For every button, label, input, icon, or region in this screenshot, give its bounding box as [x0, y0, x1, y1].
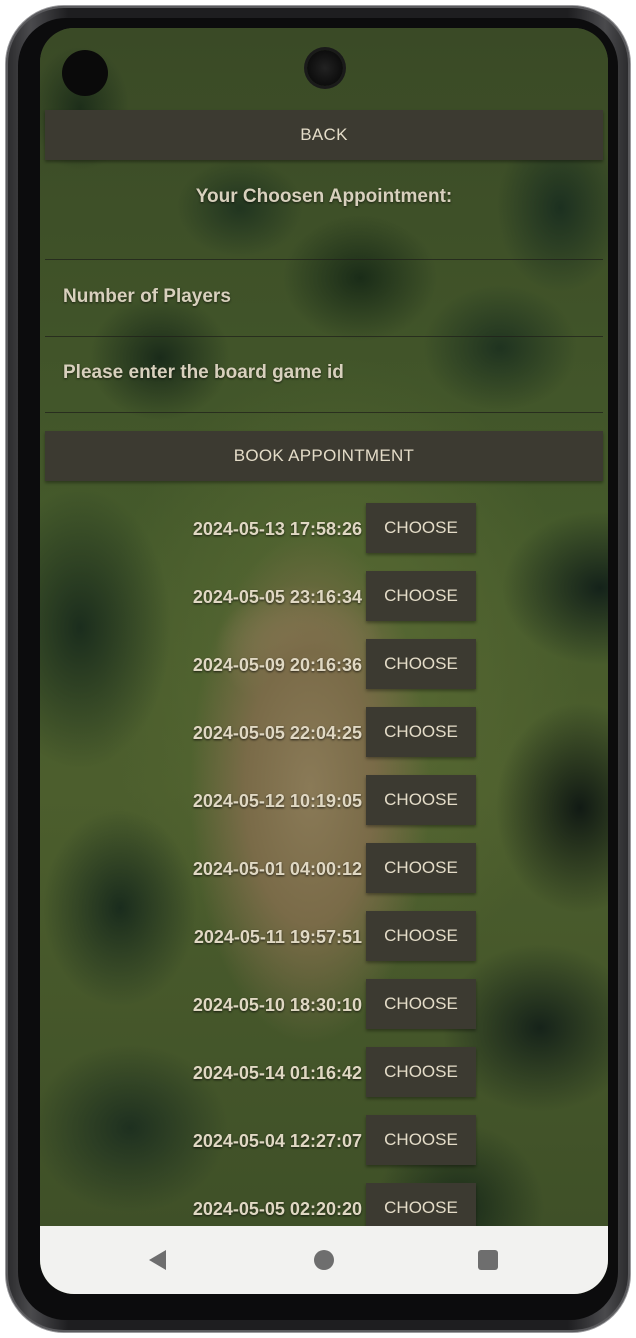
players-hint: Number of Players	[63, 286, 231, 307]
slot-time: 2024-05-04 12:27:07	[192, 1131, 362, 1151]
choose-button[interactable]: CHOOSE	[366, 639, 476, 689]
choose-button[interactable]: CHOOSE	[366, 979, 476, 1029]
slot-time: 2024-05-09 20:16:36	[192, 655, 362, 675]
slot-time: 2024-05-05 23:16:34	[192, 587, 362, 607]
slot-time: 2024-05-01 04:00:12	[192, 859, 362, 879]
game-id-hint: Please enter the board game id	[63, 362, 344, 383]
slot-time: 2024-05-10 18:30:10	[192, 995, 362, 1015]
appointment-slot: 2024-05-12 10:19:05 CHOOSE	[160, 775, 480, 827]
choose-button[interactable]: CHOOSE	[366, 503, 476, 553]
choose-button[interactable]: CHOOSE	[366, 775, 476, 825]
appointment-slot: 2024-05-04 12:27:07 CHOOSE	[160, 1115, 480, 1167]
slot-time: 2024-05-14 01:16:42	[192, 1063, 362, 1083]
appointment-slot: 2024-05-10 18:30:10 CHOOSE	[160, 979, 480, 1031]
back-button[interactable]: BACK	[45, 110, 603, 160]
status-dot	[62, 50, 108, 96]
appointment-slot: 2024-05-05 22:04:25 CHOOSE	[160, 707, 480, 759]
slot-time: 2024-05-11 19:57:51	[193, 927, 362, 947]
slot-time: 2024-05-13 17:58:26	[192, 519, 362, 539]
slot-time: 2024-05-12 10:19:05	[192, 791, 362, 811]
appointment-slot: 2024-05-01 04:00:12 CHOOSE	[160, 843, 480, 895]
appointment-slot: 2024-05-14 01:16:42 CHOOSE	[160, 1047, 480, 1099]
choose-button[interactable]: CHOOSE	[366, 1047, 476, 1097]
choose-button[interactable]: CHOOSE	[366, 571, 476, 621]
choose-button[interactable]: CHOOSE	[366, 843, 476, 893]
appointment-slot: 2024-05-11 19:57:51 CHOOSE	[160, 911, 480, 963]
game-id-field[interactable]: Please enter the board game id	[45, 336, 603, 413]
players-field[interactable]: Number of Players	[45, 259, 603, 337]
choose-button[interactable]: CHOOSE	[366, 911, 476, 961]
appointment-slot: 2024-05-09 20:16:36 CHOOSE	[160, 639, 480, 691]
appointment-slot: 2024-05-13 17:58:26 CHOOSE	[160, 503, 480, 555]
choose-button[interactable]: CHOOSE	[366, 707, 476, 757]
front-camera-icon	[307, 50, 343, 86]
book-appointment-button[interactable]: BOOK APPOINTMENT	[45, 431, 603, 481]
choose-button[interactable]: CHOOSE	[366, 1115, 476, 1165]
appointment-slot: 2024-05-05 23:16:34 CHOOSE	[160, 571, 480, 623]
appointment-slot: 2024-05-05 02:20:20 CHOOSE	[160, 1183, 480, 1226]
choose-button[interactable]: CHOOSE	[366, 1183, 476, 1226]
slot-time: 2024-05-05 22:04:25	[192, 723, 362, 743]
page-title: Your Choosen Appointment:	[195, 186, 453, 207]
slot-time: 2024-05-05 02:20:20	[192, 1199, 362, 1219]
